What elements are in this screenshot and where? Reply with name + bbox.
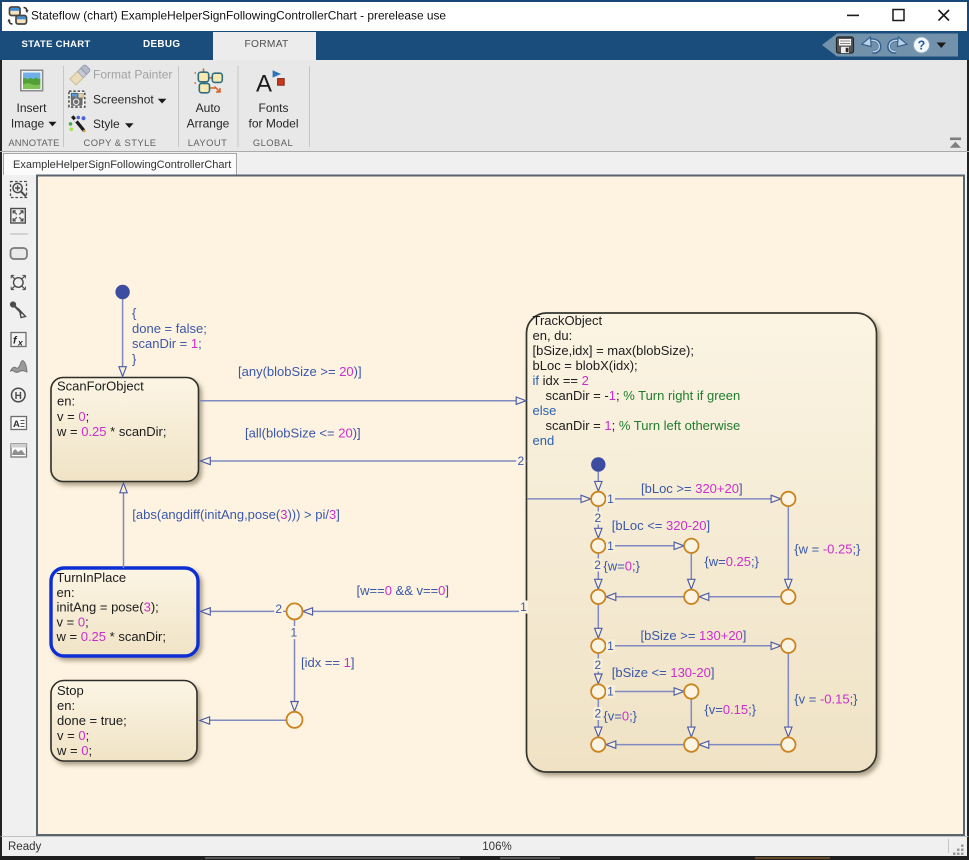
svg-text:Stop: Stop — [57, 683, 84, 698]
svg-text:v = 0;: v = 0; — [57, 614, 89, 629]
svg-text:{w=0.25;}: {w=0.25;} — [704, 554, 759, 569]
svg-text:else: else — [533, 403, 557, 418]
svg-text:w = 0.25 * scanDir;: w = 0.25 * scanDir; — [56, 424, 167, 439]
svg-text:}: } — [132, 352, 137, 367]
svg-text:en:: en: — [57, 585, 75, 600]
svg-text:if idx == 2: if idx == 2 — [533, 373, 589, 388]
svg-text:en:: en: — [57, 698, 75, 713]
svg-text:TurnInPlace: TurnInPlace — [57, 570, 127, 585]
svg-text:{w = -0.25;}: {w = -0.25;} — [794, 542, 861, 557]
svg-text:{: { — [132, 306, 137, 321]
svg-text:bLoc = blobX(idx);: bLoc = blobX(idx); — [533, 358, 638, 373]
svg-text:{w=0;}: {w=0;} — [603, 559, 640, 574]
svg-text:Ready: Ready — [8, 841, 41, 853]
svg-text:[bSize,idx] = max(blobSize);: [bSize,idx] = max(blobSize); — [533, 343, 694, 358]
svg-text:[all(blobSize <= 20)]: [all(blobSize <= 20)] — [245, 426, 361, 441]
svg-text:initAng = pose(3);: initAng = pose(3); — [57, 600, 159, 615]
svg-text:w = 0;: w = 0; — [56, 743, 92, 758]
svg-text:done = false;: done = false; — [132, 321, 207, 336]
svg-text:2: 2 — [594, 558, 601, 572]
svg-text:1: 1 — [607, 492, 614, 506]
svg-text:2: 2 — [517, 454, 524, 468]
svg-text:2: 2 — [275, 602, 282, 616]
svg-text:1: 1 — [607, 539, 614, 553]
svg-text:H: H — [15, 391, 22, 402]
svg-text:en:: en: — [57, 394, 75, 409]
svg-text:1: 1 — [607, 639, 614, 653]
svg-text:en, du:: en, du: — [533, 328, 573, 343]
svg-text:[bSize >= 130+20]: [bSize >= 130+20] — [641, 628, 747, 643]
svg-text:v = 0;: v = 0; — [57, 409, 89, 424]
svg-text:TrackObject: TrackObject — [533, 313, 603, 328]
svg-text:scanDir = 1;: scanDir = 1; — [132, 336, 202, 351]
svg-text:[bLoc <= 320-20]: [bLoc <= 320-20] — [612, 518, 710, 533]
svg-text:2: 2 — [594, 707, 601, 721]
svg-text:[idx == 1]: [idx == 1] — [301, 655, 355, 670]
svg-text:2: 2 — [594, 658, 601, 672]
svg-text:[any(blobSize >= 20)]: [any(blobSize >= 20)] — [238, 364, 362, 379]
svg-text:{v=0;}: {v=0;} — [603, 709, 637, 724]
svg-text:{v=0.15;}: {v=0.15;} — [704, 702, 756, 717]
svg-text:1: 1 — [290, 626, 297, 640]
svg-text:{v = -0.15;}: {v = -0.15;} — [794, 692, 858, 707]
svg-text:[bSize <= 130-20]: [bSize <= 130-20] — [612, 665, 715, 680]
svg-text:[w==0 && v==0]: [w==0 && v==0] — [357, 583, 450, 598]
svg-text:[bLoc >= 320+20]: [bLoc >= 320+20] — [641, 481, 743, 496]
svg-text:1: 1 — [520, 600, 527, 614]
svg-text:v = 0;: v = 0; — [57, 728, 89, 743]
svg-text:ScanForObject: ScanForObject — [57, 379, 144, 394]
svg-text:done = true;: done = true; — [57, 713, 127, 728]
svg-text:2: 2 — [594, 511, 601, 525]
svg-text:A: A — [13, 419, 20, 430]
svg-text:end: end — [533, 433, 555, 448]
svg-text:106%: 106% — [482, 841, 511, 853]
svg-text:[abs(angdiff(initAng,pose(3))): [abs(angdiff(initAng,pose(3))) > pi/3] — [132, 507, 340, 522]
svg-text:scanDir = -1; % Turn right if: scanDir = -1; % Turn right if green — [546, 388, 741, 403]
svg-text:w = 0.25 * scanDir;: w = 0.25 * scanDir; — [56, 629, 167, 644]
svg-text:1: 1 — [607, 685, 614, 699]
svg-text:scanDir = 1; % Turn left other: scanDir = 1; % Turn left otherwise — [546, 418, 741, 433]
